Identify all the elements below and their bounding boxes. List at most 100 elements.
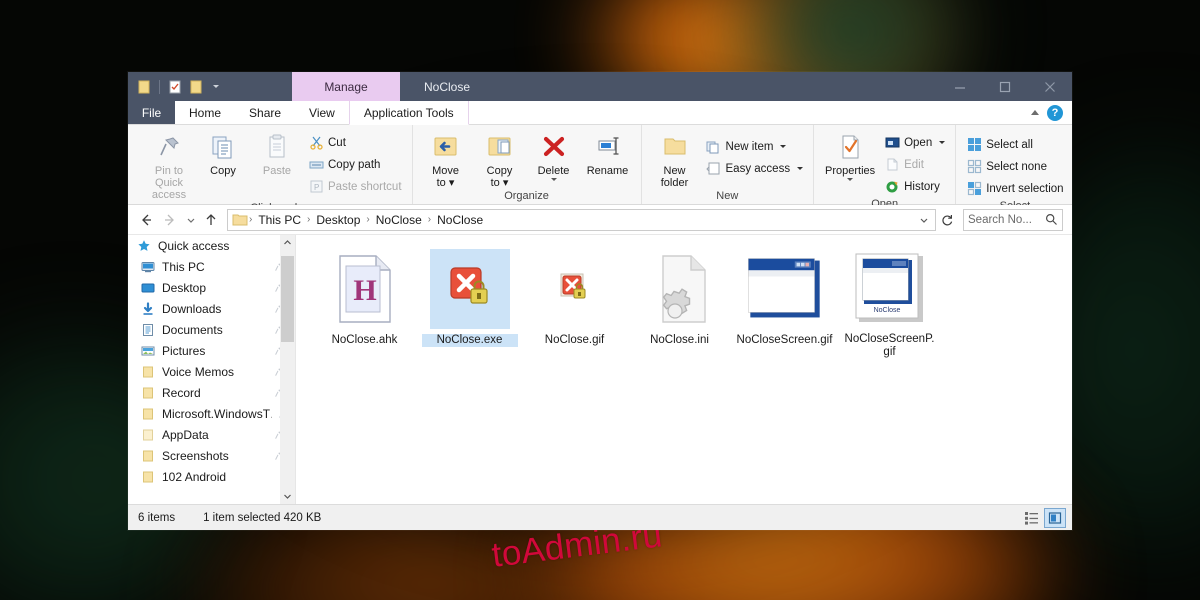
file-item-noclosescreen-gif[interactable]: NoCloseScreen.gif bbox=[732, 243, 837, 359]
refresh-button[interactable] bbox=[936, 213, 958, 227]
sidebar-scroll-thumb[interactable] bbox=[281, 256, 294, 342]
delete-icon bbox=[539, 131, 569, 163]
explorer-main-area: Quick access This PC Desktop Downloads D… bbox=[128, 235, 1072, 504]
rename-button[interactable]: Rename bbox=[582, 128, 634, 177]
folder-icon bbox=[140, 364, 156, 380]
tab-home[interactable]: Home bbox=[175, 101, 235, 124]
select-all-button[interactable]: Select all bbox=[963, 134, 1066, 155]
paste-button[interactable]: Paste bbox=[251, 128, 303, 177]
tab-view[interactable]: View bbox=[295, 101, 349, 124]
easy-access-button[interactable]: Easy access bbox=[703, 158, 807, 179]
sidebar-scrollbar[interactable] bbox=[280, 235, 295, 504]
copy-path-button[interactable]: Copy path bbox=[305, 154, 405, 175]
file-name: NoClose.gif bbox=[544, 334, 605, 346]
open-button[interactable]: Open bbox=[881, 132, 948, 153]
new-folder-button[interactable]: New folder bbox=[649, 128, 701, 189]
sidebar-item-this-pc[interactable]: This PC bbox=[128, 256, 295, 277]
pin-to-quick-access-button[interactable]: Pin to Quick access bbox=[143, 128, 195, 201]
chevron-up-icon[interactable] bbox=[1031, 110, 1039, 115]
chevron-down-icon[interactable] bbox=[797, 167, 804, 170]
help-icon[interactable]: ? bbox=[1047, 104, 1063, 121]
minimize-button[interactable] bbox=[937, 72, 982, 101]
recent-locations-button[interactable] bbox=[182, 208, 199, 232]
contextual-tab-manage[interactable]: Manage bbox=[292, 72, 400, 101]
sidebar-label: Screenshots bbox=[162, 448, 229, 463]
sidebar-item-record[interactable]: Record bbox=[128, 382, 295, 403]
address-breadcrumb-bar[interactable]: › This PC › Desktop › NoClose › NoClose bbox=[227, 208, 936, 231]
ribbon-group-title-new: New bbox=[716, 190, 739, 202]
file-item-noclosescreenp-gif[interactable]: NoClose NoCloseScreenP.gif bbox=[837, 243, 942, 359]
tab-file[interactable]: File bbox=[128, 101, 175, 124]
close-button[interactable] bbox=[1027, 72, 1072, 101]
tab-application-tools[interactable]: Application Tools bbox=[348, 101, 469, 125]
sidebar-item-102-android[interactable]: 102 Android bbox=[128, 466, 295, 487]
folder-icon[interactable] bbox=[136, 79, 152, 95]
details-view-icon[interactable] bbox=[1020, 508, 1042, 528]
breadcrumb-desktop[interactable]: Desktop bbox=[311, 213, 365, 227]
chevron-down-icon[interactable] bbox=[780, 145, 787, 148]
window-titlebar[interactable]: Manage NoClose bbox=[128, 72, 1072, 101]
address-dropdown-caret-icon[interactable] bbox=[915, 214, 933, 226]
folder-icon bbox=[140, 469, 156, 485]
properties-icon[interactable] bbox=[167, 79, 183, 95]
file-item-noclose-ini[interactable]: NoClose.ini bbox=[627, 243, 732, 359]
search-icon[interactable] bbox=[1045, 213, 1058, 226]
quick-access-toolbar[interactable] bbox=[128, 72, 226, 101]
scroll-down-icon[interactable] bbox=[280, 489, 295, 504]
delete-button[interactable]: Delete bbox=[528, 128, 580, 181]
new-item-button[interactable]: New item bbox=[703, 136, 807, 157]
sidebar-item-pictures[interactable]: Pictures bbox=[128, 340, 295, 361]
search-input[interactable]: Search No... bbox=[963, 208, 1063, 231]
sidebar-scroll-track[interactable] bbox=[280, 250, 295, 489]
copy-button[interactable]: Copy bbox=[197, 128, 249, 177]
noclose-app-icon bbox=[429, 249, 510, 329]
sidebar-item-desktop[interactable]: Desktop bbox=[128, 277, 295, 298]
file-item-noclose-ahk[interactable]: H NoClose.ahk bbox=[312, 243, 417, 359]
chevron-down-icon[interactable] bbox=[939, 141, 946, 144]
delete-dropdown-caret-icon[interactable] bbox=[550, 178, 557, 181]
edit-button[interactable]: Edit bbox=[881, 154, 948, 175]
file-name: NoCloseScreen.gif bbox=[736, 334, 833, 346]
new-folder-icon[interactable] bbox=[188, 79, 204, 95]
back-button[interactable] bbox=[134, 208, 158, 232]
breadcrumb-noclose-current[interactable]: NoClose bbox=[432, 213, 488, 227]
clipboard-small-buttons: Cut Copy path P Paste shortcut bbox=[305, 128, 405, 197]
sidebar-item-quick-access[interactable]: Quick access bbox=[128, 235, 295, 256]
customize-quick-access-caret-icon[interactable] bbox=[209, 79, 222, 95]
file-list-pane[interactable]: H NoClose.ahk NoClose.exe NoClose.gif No… bbox=[296, 235, 1072, 504]
maximize-button[interactable] bbox=[982, 72, 1027, 101]
paste-shortcut-button[interactable]: P Paste shortcut bbox=[305, 176, 405, 197]
file-name: NoClose.ini bbox=[650, 334, 709, 346]
scroll-up-icon[interactable] bbox=[280, 235, 295, 250]
search-placeholder: Search No... bbox=[968, 213, 1032, 226]
sidebar-label: Desktop bbox=[162, 280, 207, 295]
breadcrumb-this-pc[interactable]: This PC bbox=[253, 213, 306, 227]
sidebar-item-voice-memos[interactable]: Voice Memos bbox=[128, 361, 295, 382]
sidebar-item-appdata[interactable]: AppData bbox=[128, 424, 295, 445]
screenshot-thumbnail-icon bbox=[745, 249, 825, 329]
file-item-noclose-gif[interactable]: NoClose.gif bbox=[522, 243, 627, 359]
tab-share[interactable]: Share bbox=[235, 101, 295, 124]
edit-icon bbox=[884, 157, 900, 173]
file-item-noclose-exe[interactable]: NoClose.exe bbox=[417, 243, 522, 359]
scissors-icon bbox=[308, 135, 324, 151]
properties-dropdown-caret-icon[interactable] bbox=[847, 178, 854, 181]
move-to-label-2: to ▾ bbox=[436, 177, 455, 189]
move-to-button[interactable]: Move to ▾ bbox=[420, 128, 472, 189]
sidebar-item-screenshots[interactable]: Screenshots bbox=[128, 445, 295, 466]
copy-to-button[interactable]: Copy to ▾ bbox=[474, 128, 526, 189]
invert-selection-button[interactable]: Invert selection bbox=[963, 178, 1066, 199]
select-none-button[interactable]: Select none bbox=[963, 156, 1066, 177]
sidebar-item-downloads[interactable]: Downloads bbox=[128, 298, 295, 319]
forward-button[interactable] bbox=[158, 208, 182, 232]
history-button[interactable]: History bbox=[881, 176, 948, 197]
sidebar-item-microsoft-windowst[interactable]: Microsoft.WindowsT… bbox=[128, 403, 295, 424]
cut-button[interactable]: Cut bbox=[305, 132, 405, 153]
breadcrumb-noclose-parent[interactable]: NoClose bbox=[371, 213, 427, 227]
up-button[interactable] bbox=[199, 208, 223, 232]
properties-button[interactable]: Properties bbox=[821, 128, 879, 181]
large-icons-view-icon[interactable] bbox=[1044, 507, 1066, 528]
ahk-script-icon: H bbox=[325, 249, 405, 329]
select-none-label: Select none bbox=[986, 160, 1047, 173]
sidebar-item-documents[interactable]: Documents bbox=[128, 319, 295, 340]
